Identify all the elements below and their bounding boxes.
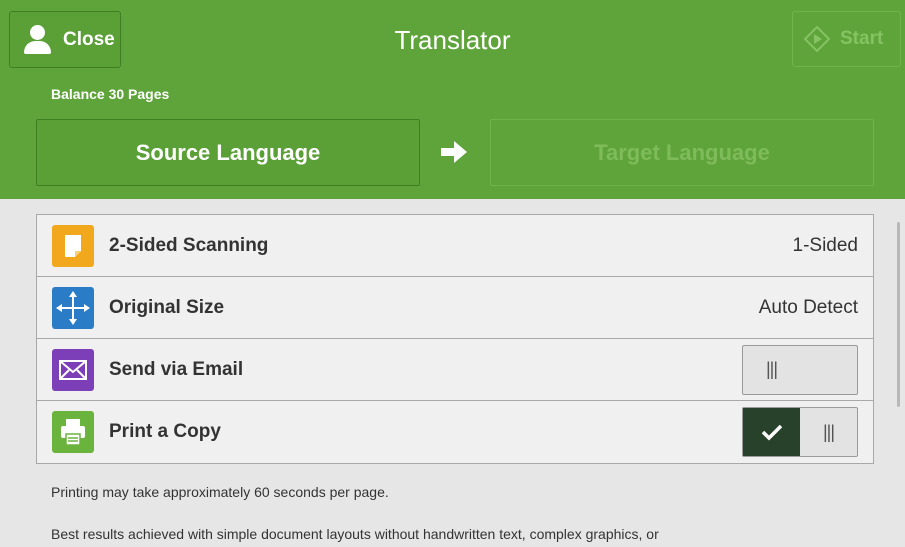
start-button-label: Start: [840, 28, 884, 49]
envelope-icon: [52, 348, 94, 391]
header-bar: Close Translator Start Balance 30 Pages …: [0, 0, 905, 199]
checkmark-icon: [743, 408, 800, 456]
setting-row-send-via-email: Send via Email |||: [37, 339, 873, 401]
setting-value: 1-Sided: [792, 234, 859, 256]
setting-value: Auto Detect: [758, 296, 858, 318]
print-a-copy-toggle[interactable]: |||: [742, 407, 858, 457]
setting-label: Print a Copy: [109, 421, 221, 442]
toggle-empty: [800, 346, 857, 394]
send-via-email-toggle[interactable]: |||: [742, 344, 858, 395]
printing-time-note: Printing may take approximately 60 secon…: [51, 484, 389, 500]
target-language-button[interactable]: Target Language: [490, 119, 874, 186]
resize-arrows-icon: [52, 286, 94, 329]
setting-row-original-size[interactable]: Original Size Auto Detect: [37, 277, 873, 339]
printer-icon: [52, 411, 94, 453]
scrollbar[interactable]: [897, 222, 900, 407]
setting-label: 2-Sided Scanning: [109, 234, 269, 256]
setting-label: Send via Email: [109, 358, 244, 380]
toggle-grip: |||: [765, 359, 778, 379]
arrow-right-icon: [441, 141, 467, 163]
setting-label: Original Size: [109, 296, 225, 318]
balance-text: Balance 30 Pages: [51, 86, 170, 102]
source-language-button[interactable]: Source Language: [36, 119, 420, 186]
settings-list: 2-Sided Scanning 1-Sided Original Size A…: [36, 214, 874, 464]
setting-row-2-sided-scanning[interactable]: 2-Sided Scanning 1-Sided: [37, 215, 873, 277]
toggle-grip: |||: [822, 421, 835, 442]
page-title: Translator: [394, 25, 511, 55]
best-results-note: Best results achieved with simple docume…: [51, 526, 659, 542]
start-icon: [804, 26, 830, 52]
setting-row-print-a-copy: Print a Copy |||: [37, 401, 873, 463]
document-icon: [52, 224, 94, 267]
start-button[interactable]: Start: [792, 11, 901, 67]
